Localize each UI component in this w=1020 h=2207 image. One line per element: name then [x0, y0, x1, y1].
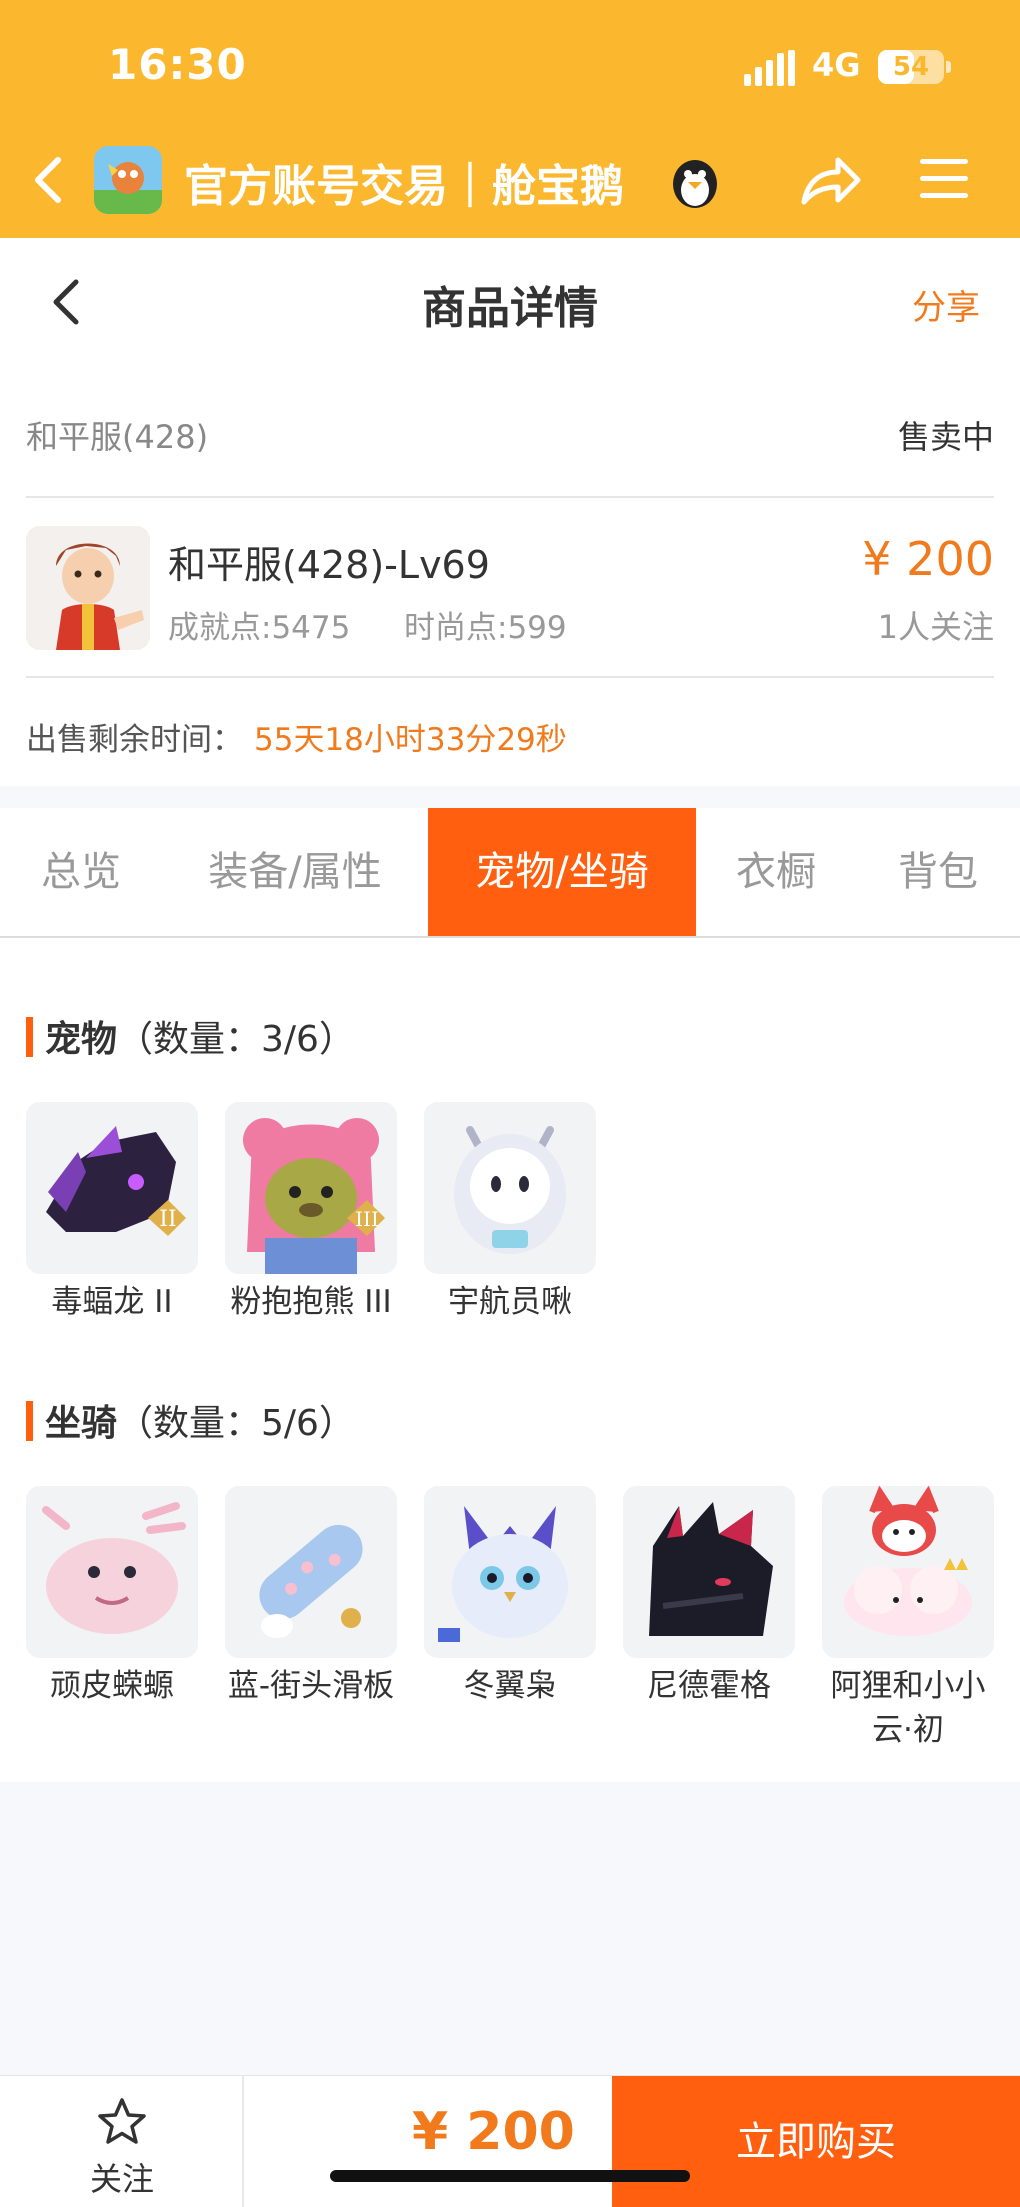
penguin-icon — [673, 160, 717, 208]
axolotl-mount-icon — [26, 1486, 198, 1658]
app-header: 16:30 4G 54 官方账号交易｜舱宝鹅 — [0, 0, 1020, 238]
menu-icon[interactable] — [918, 156, 970, 202]
mount-item[interactable]: 尼德霍格 — [623, 1486, 795, 1708]
listing-info: 和平服(428) 售卖中 和平服(428)-Lv69 成就点:5475 时尚点:… — [0, 368, 1020, 786]
mounts-section-title: 坐骑（数量：5/6） — [26, 1394, 355, 1446]
star-icon — [98, 2098, 146, 2144]
listing-price: ¥ 200 — [862, 532, 994, 586]
pets-mounts-panel: 宠物（数量：3/6） II 毒蝠龙 II III 粉抱抱熊 III 宇航员啾 坐… — [0, 938, 1020, 1782]
watcher-count: 1人关注 — [877, 608, 994, 646]
tab-bar: 总览 装备/属性 宠物/坐骑 衣橱 背包 — [0, 808, 1020, 938]
app-title: 官方账号交易｜舱宝鹅 — [184, 161, 624, 212]
tab-overview[interactable]: 总览 — [0, 808, 162, 936]
signal-icon — [744, 50, 795, 86]
battery-icon: 54 — [878, 50, 944, 84]
mount-item[interactable]: 阿狸和小小云·初 — [822, 1486, 994, 1752]
mount-item[interactable]: 冬翼枭 — [424, 1486, 596, 1708]
character-name: 和平服(428)-Lv69 — [168, 543, 490, 587]
status-badge: 售卖中 — [897, 418, 994, 456]
tab-bag[interactable]: 背包 — [856, 808, 1020, 936]
skateboard-mount-icon — [225, 1486, 397, 1658]
pet-item[interactable]: 宇航员啾 — [424, 1102, 596, 1324]
status-time: 16:30 — [108, 40, 247, 89]
favorite-button[interactable]: 关注 — [0, 2076, 244, 2207]
pet-name: 粉抱抱熊 III — [230, 1284, 392, 1320]
tab-pets-mounts[interactable]: 宠物/坐骑 — [428, 808, 696, 936]
server-name: 和平服(428) — [26, 418, 209, 456]
svg-text:II: II — [159, 1207, 176, 1232]
astronaut-pet-icon — [424, 1102, 596, 1274]
divider — [26, 496, 994, 498]
pet-item[interactable]: II 毒蝠龙 II — [26, 1102, 198, 1324]
app-logo-icon — [94, 146, 162, 214]
bottom-action-bar: 关注 ¥ 200 立即购买 — [0, 2075, 1020, 2207]
fashion-points: 时尚点:599 — [404, 610, 567, 646]
back-arrow-icon[interactable] — [26, 152, 70, 208]
svg-text:III: III — [355, 1207, 379, 1231]
mount-name: 蓝-街头滑板 — [227, 1668, 395, 1704]
network-label: 4G — [812, 46, 861, 84]
buy-now-button[interactable]: 立即购买 — [612, 2076, 1020, 2207]
pet-name: 宇航员啾 — [448, 1284, 572, 1320]
pet-name: 毒蝠龙 II — [51, 1284, 173, 1320]
mount-name: 冬翼枭 — [463, 1668, 557, 1704]
tab-wardrobe[interactable]: 衣橱 — [696, 808, 856, 936]
page-header: 商品详情 分享 — [0, 238, 1020, 368]
mount-name: 阿狸和小小云·初 — [830, 1668, 986, 1748]
page-title: 商品详情 — [422, 283, 598, 334]
bottom-price: ¥ 200 — [412, 2102, 575, 2162]
character-avatar — [26, 526, 150, 650]
remaining-time-value: 55天18小时33分29秒 — [254, 722, 567, 758]
owl-mount-icon — [424, 1486, 596, 1658]
black-dragon-mount-icon — [623, 1486, 795, 1658]
mount-item[interactable]: 蓝-街头滑板 — [225, 1486, 397, 1708]
bear-pet-icon: III — [225, 1102, 397, 1274]
share-button[interactable]: 分享 — [912, 280, 980, 329]
divider — [26, 676, 994, 678]
mount-item[interactable]: 顽皮蝾螈 — [26, 1486, 198, 1708]
status-bar: 16:30 4G 54 — [0, 0, 1020, 130]
remaining-time-label: 出售剩余时间： — [26, 722, 243, 758]
pet-item[interactable]: III 粉抱抱熊 III — [225, 1102, 397, 1324]
tab-equipment[interactable]: 装备/属性 — [162, 808, 428, 936]
mount-name: 尼德霍格 — [647, 1668, 771, 1704]
dragon-pet-icon: II — [26, 1102, 198, 1274]
home-indicator — [330, 2170, 690, 2182]
share-icon[interactable] — [798, 150, 862, 210]
mount-name: 顽皮蝾螈 — [50, 1668, 174, 1704]
fox-cloud-mount-icon — [822, 1486, 994, 1658]
pets-section-title: 宠物（数量：3/6） — [26, 1010, 355, 1062]
achievement-points: 成就点:5475 — [168, 610, 351, 646]
